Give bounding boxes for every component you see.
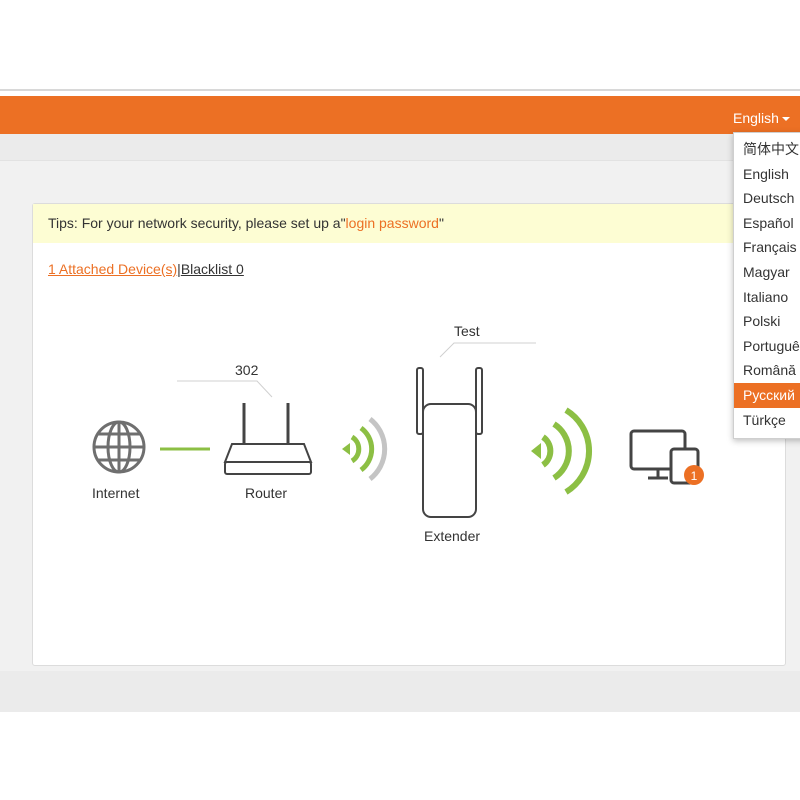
language-option[interactable]: English [734,162,800,187]
extender-wifi-waves-icon [531,407,593,495]
network-topology-diagram: 1 [92,342,704,518]
router-name: 302 [235,362,259,378]
extender-name[interactable]: Test [454,323,480,339]
language-list: 简体中文 English Deutsch Español Français Magyar I… [734,133,800,432]
internet-label: Internet [92,485,140,501]
language-option[interactable]: Português [734,334,800,359]
language-option[interactable]: Italiano [734,285,800,310]
extender-label: Extender [424,528,481,544]
extender-icon [416,367,483,518]
language-option[interactable]: Русский [734,382,800,408]
language-option[interactable]: 简体中文 [734,137,800,162]
language-option[interactable]: Deutsch [734,186,800,211]
client-count-badge-text: 1 [691,469,698,483]
language-option[interactable]: Română [734,358,800,383]
language-dropdown-menu: 简体中文 English Deutsch Español Français Magyar I… [733,132,800,439]
language-option[interactable]: Français [734,235,800,260]
router-icon [223,403,313,475]
language-option[interactable]: Türkçe [734,408,800,433]
router-wifi-waves-icon [342,417,388,481]
extender-callout-line [439,342,536,358]
language-option[interactable]: Español [734,211,800,236]
language-option[interactable]: Polski [734,309,800,334]
language-option[interactable]: Magyar [734,260,800,285]
client-count-badge[interactable]: 1 [684,465,704,485]
router-callout-line [177,380,273,398]
router-label: Router [245,485,288,501]
globe-icon [92,420,146,474]
